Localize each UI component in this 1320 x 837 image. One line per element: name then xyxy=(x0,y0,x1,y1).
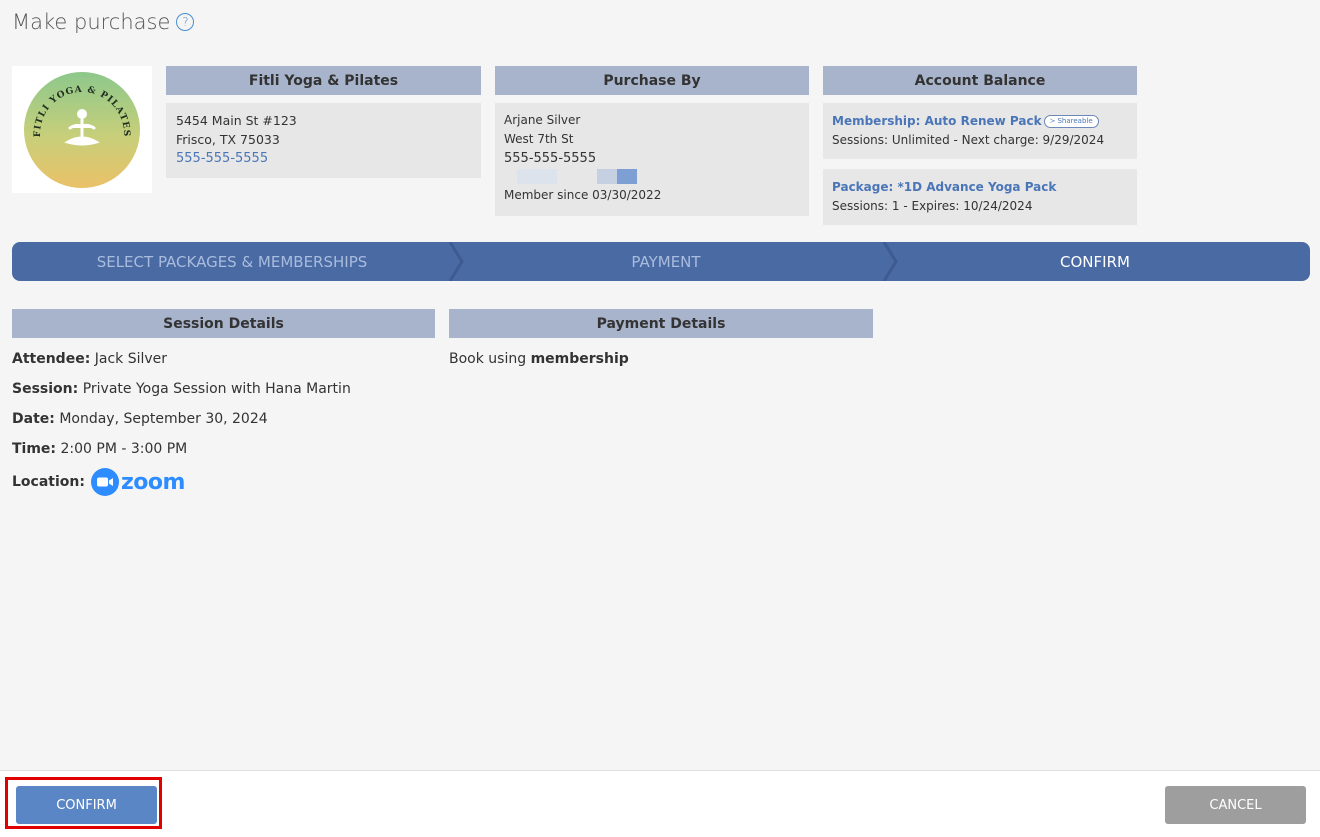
redacted-info xyxy=(504,168,800,186)
studio-address-line1: 5454 Main St #123 xyxy=(176,113,297,128)
footer-bar xyxy=(0,770,1320,837)
purchaser-card: Arjane Silver West 7th St 555-555-5555 M… xyxy=(495,103,809,216)
zoom-icon xyxy=(90,468,119,496)
time-row: Time: 2:00 PM - 3:00 PM xyxy=(12,441,188,457)
page-title-row: Make purchase ? xyxy=(12,10,195,34)
studio-phone-link[interactable]: 555-555-5555 xyxy=(176,149,471,168)
attendee-row: Attendee: Jack Silver xyxy=(12,351,168,367)
account-item-membership: Membership: Auto Renew Pack ≻ Shareable Se… xyxy=(823,103,1137,159)
checkout-steps: SELECT PACKAGES & MEMBERSHIPS PAYMENT CO… xyxy=(12,242,1310,281)
studio-address-line2: Frisco, TX 75033 xyxy=(176,132,280,147)
redacted-block xyxy=(617,169,637,184)
session-row: Session: Private Yoga Session with Hana … xyxy=(12,381,351,397)
step-select-packages[interactable]: SELECT PACKAGES & MEMBERSHIPS xyxy=(12,242,452,281)
page-title: Make purchase xyxy=(12,10,171,34)
session-details-header: Session Details xyxy=(12,309,435,338)
share-icon: ≻ xyxy=(1049,117,1056,125)
account-item-package: Package: *1D Advance Yoga Pack Sessions:… xyxy=(823,169,1137,225)
zoom-logo: zoom xyxy=(90,468,185,496)
membership-link[interactable]: Membership: Auto Renew Pack xyxy=(832,114,1042,128)
studio-logo-image: FITLI YOGA & PILATES xyxy=(24,71,140,188)
member-since: Member since 03/30/2022 xyxy=(504,188,662,202)
purchaser-phone: 555-555-5555 xyxy=(504,151,597,166)
purchaser-card-header: Purchase By xyxy=(495,66,809,95)
membership-detail: Sessions: Unlimited - Next charge: 9/29/… xyxy=(832,133,1105,147)
redacted-block xyxy=(517,169,557,184)
payment-method-row: Book using membership xyxy=(449,351,629,367)
step-payment[interactable]: PAYMENT xyxy=(452,242,880,281)
location-row: Location: zoom xyxy=(12,468,185,496)
purchaser-street: West 7th St xyxy=(504,132,574,146)
attendee-value: Jack Silver xyxy=(94,351,168,367)
package-detail: Sessions: 1 - Expires: 10/24/2024 xyxy=(832,199,1033,213)
payment-details-header: Payment Details xyxy=(449,309,873,338)
redacted-block xyxy=(597,169,617,184)
payment-method: membership xyxy=(530,351,629,367)
cancel-button[interactable]: CANCEL xyxy=(1165,786,1306,824)
shareable-badge: ≻ Shareable xyxy=(1043,115,1099,128)
step-confirm: CONFIRM xyxy=(1060,252,1130,271)
date-value: Monday, September 30, 2024 xyxy=(59,411,268,427)
studio-logo: FITLI YOGA & PILATES xyxy=(12,66,152,193)
purchaser-name: Arjane Silver xyxy=(504,113,581,127)
account-balance-header: Account Balance xyxy=(823,66,1137,95)
package-link[interactable]: Package: *1D Advance Yoga Pack xyxy=(832,180,1056,194)
studio-card: 5454 Main St #123 Frisco, TX 75033 555-5… xyxy=(166,103,481,178)
studio-card-header: Fitli Yoga & Pilates xyxy=(166,66,481,95)
time-value: 2:00 PM - 3:00 PM xyxy=(60,441,188,457)
confirm-button[interactable]: CONFIRM xyxy=(16,786,157,824)
session-value: Private Yoga Session with Hana Martin xyxy=(82,381,351,397)
help-icon[interactable]: ? xyxy=(176,13,195,31)
date-row: Date: Monday, September 30, 2024 xyxy=(12,411,268,427)
